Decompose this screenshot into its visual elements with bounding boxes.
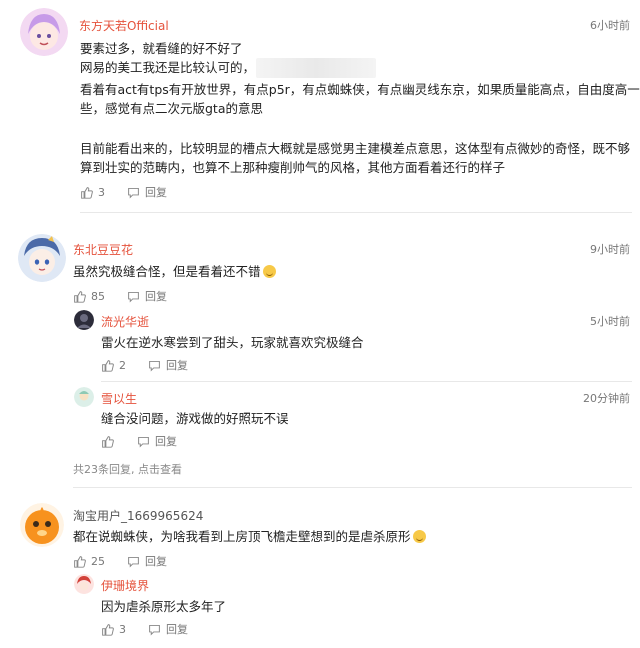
comment-text-line: 些，感觉有点二次元版gta的意思 [80, 101, 263, 116]
reply-bubble-icon [149, 624, 160, 636]
avatar-chibi-character-icon [18, 234, 66, 282]
avatar[interactable] [74, 310, 94, 330]
thumbs-up-icon [74, 555, 86, 568]
avatar-redhead-icon [74, 574, 94, 594]
reply-username[interactable]: 伊珊境界 [101, 577, 149, 594]
avatar[interactable] [74, 574, 94, 594]
reply-text: 因为虐杀原形太多年了 [101, 599, 227, 614]
like-count: 3 [98, 185, 105, 199]
like-button[interactable] [101, 435, 119, 448]
reply-label: 回复 [166, 623, 188, 636]
reply-bubble-icon [128, 187, 139, 199]
like-button[interactable]: 3 [101, 623, 126, 636]
like-count: 3 [119, 622, 126, 636]
reply-bubble-icon [138, 436, 149, 448]
avatar-orange-mascot-icon [20, 503, 64, 547]
reply-actions: 3 回复 [101, 621, 188, 637]
comment-text: 虽然究极缝合怪，但是看着还不错 [73, 262, 276, 281]
divider [80, 212, 632, 213]
thumbs-up-icon [102, 435, 114, 448]
avatar[interactable] [74, 387, 94, 407]
like-count: 85 [91, 289, 105, 303]
comment-time: 6小时前 [590, 19, 630, 32]
view-more-replies-link[interactable]: 共23条回复, 点击查看 [73, 461, 182, 477]
emoji-icon [262, 265, 276, 278]
reply-actions: 回复 [101, 433, 177, 449]
reply-button[interactable]: 回复 [148, 357, 188, 373]
reply-username[interactable]: 流光华逝 [101, 313, 149, 330]
divider [101, 381, 632, 382]
reply-bubble-icon [128, 291, 139, 303]
avatar-dark-silhouette-icon [74, 310, 94, 330]
comment-time: 9小时前 [590, 243, 630, 256]
divider [73, 487, 632, 488]
comment-username[interactable]: 东北豆豆花 [73, 241, 133, 258]
reply-text: 雷火在逆水寒尝到了甜头，玩家就喜欢究极缝合 [101, 335, 364, 350]
comment-username[interactable]: 淘宝用户_1669965624 [73, 507, 203, 524]
thumbs-up-icon [81, 186, 93, 199]
comment-text-content: 虽然究极缝合怪，但是看着还不错 [73, 264, 261, 279]
comment-username[interactable]: 东方天若Official [79, 17, 169, 34]
reply-label: 回复 [155, 435, 177, 448]
emoji-icon [412, 530, 426, 543]
like-count: 2 [119, 358, 126, 372]
reply-username[interactable]: 雪以生 [101, 390, 137, 407]
like-count: 25 [91, 554, 105, 568]
comment-text: 都在说蜘蛛侠，为啥我看到上房顶飞檐走壁想到的是虐杀原形 [73, 527, 426, 546]
like-button[interactable]: 3 [80, 186, 105, 199]
comment-text-line: 要素过多，就看缝的好不好了 [80, 41, 243, 56]
avatar[interactable] [20, 503, 64, 547]
reply-bubble-icon [128, 556, 139, 568]
like-button[interactable]: 85 [73, 290, 105, 303]
comment-text-line: 网易的美工我还是比较认可的， [80, 60, 256, 75]
like-button[interactable]: 2 [101, 359, 126, 372]
avatar[interactable] [20, 8, 68, 56]
reply-button[interactable]: 回复 [137, 433, 177, 449]
reply-bubble-icon [149, 360, 160, 372]
reply-actions: 2 回复 [101, 357, 188, 373]
comment-text-line: 看着有act有tps有开放世界，有点p5r，有点蜘蛛侠，有点幽灵线东京，如果质量… [80, 82, 640, 97]
comment-text-content: 都在说蜘蛛侠，为啥我看到上房顶飞檐走壁想到的是虐杀原形 [73, 529, 411, 544]
reply-label: 回复 [145, 186, 167, 199]
reply-button[interactable]: 回复 [127, 553, 167, 569]
comment-text-line: 算到壮实的范畴内，也算不上那种瘦削帅气的风格，其他方面看着还行的样子 [80, 160, 506, 175]
thumbs-up-icon [102, 623, 114, 636]
reply-label: 回复 [145, 555, 167, 568]
comment-actions: 25 回复 [73, 553, 167, 569]
reply-text: 缝合没问题，游戏做的好照玩不误 [101, 411, 289, 426]
reply-label: 回复 [145, 290, 167, 303]
comment-text-line: 目前能看出来的，比较明显的槽点大概就是感觉男主建模差点意思，这体型有点微妙的奇怪… [80, 141, 631, 156]
avatar-anime-girl-icon [20, 8, 68, 56]
reply-button[interactable]: 回复 [148, 621, 188, 637]
reply-time: 5小时前 [590, 315, 630, 328]
like-button[interactable]: 25 [73, 555, 105, 568]
reply-button[interactable]: 回复 [127, 184, 167, 200]
avatar-pastel-icon [74, 387, 94, 407]
reply-time: 20分钟前 [583, 392, 630, 405]
thumbs-up-icon [74, 290, 86, 303]
avatar[interactable] [18, 234, 66, 282]
comment-actions: 3 回复 [80, 184, 167, 200]
comment-actions: 85 回复 [73, 288, 167, 304]
blurred-content [256, 58, 376, 78]
reply-button[interactable]: 回复 [127, 288, 167, 304]
thumbs-up-icon [102, 359, 114, 372]
reply-label: 回复 [166, 359, 188, 372]
